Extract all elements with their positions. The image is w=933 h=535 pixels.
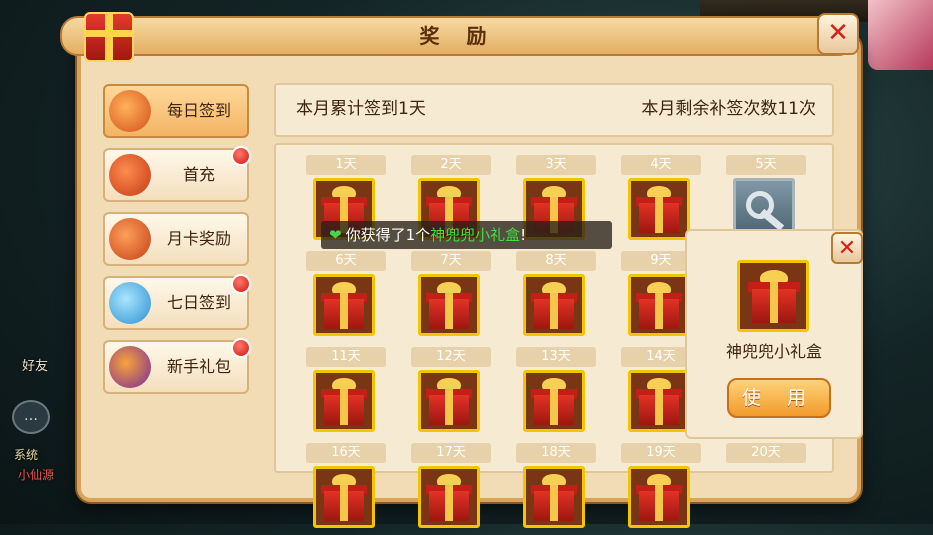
notification-dot [231, 338, 251, 358]
day-label: 18天 [516, 443, 596, 463]
gift-box-icon[interactable] [418, 274, 480, 336]
sidebar-item-4[interactable]: 新手礼包 [103, 338, 251, 394]
gift-box-icon[interactable] [523, 466, 585, 528]
sidebar-item-3[interactable]: 七日签到 [103, 274, 251, 330]
coin-bag-icon [109, 218, 151, 260]
sidebar-item-label: 首充 [182, 165, 215, 184]
chat-icon[interactable]: … [12, 400, 50, 434]
day-label: 3天 [516, 155, 596, 175]
popup-close-button[interactable]: ✕ [831, 232, 863, 264]
blue-bag-icon [109, 282, 151, 324]
day-cell[interactable]: 16天 [306, 443, 386, 535]
day-label: 13天 [516, 347, 596, 367]
close-button[interactable]: ✕ [817, 13, 859, 55]
day-label: 20天 [726, 443, 806, 463]
sidebar-item-0[interactable]: 每日签到 [103, 84, 249, 138]
sidebar-item-2[interactable]: 月卡奖励 [103, 212, 249, 266]
notification-dot [231, 146, 251, 166]
day-label: 1天 [306, 155, 386, 175]
lucky-bag-icon [109, 90, 151, 132]
gift-box-icon[interactable] [313, 274, 375, 336]
gift-box-icon[interactable] [523, 370, 585, 432]
day-label: 11天 [306, 347, 386, 367]
signin-info-bar: 本月累计签到1天 本月剩余补签次数11次 [274, 83, 834, 137]
toast-suffix: ! [520, 226, 527, 244]
day-label: 12天 [411, 347, 491, 367]
day-cell[interactable]: 8天 [516, 251, 596, 343]
day-label: 2天 [411, 155, 491, 175]
day-label: 7天 [411, 251, 491, 271]
day-label: 16天 [306, 443, 386, 463]
gift-box-icon[interactable] [523, 274, 585, 336]
use-button[interactable]: 使 用 [727, 378, 831, 418]
gift-box-icon[interactable] [418, 466, 480, 528]
day-label: 8天 [516, 251, 596, 271]
gift-box-icon[interactable] [628, 178, 690, 240]
sidebar-item-label: 每日签到 [166, 101, 231, 120]
makeup-remaining-count: 本月剩余补签次数11次 [641, 99, 816, 119]
player-avatar[interactable] [868, 0, 933, 70]
money-bag-icon [109, 154, 151, 196]
day-label: 17天 [411, 443, 491, 463]
day-cell[interactable]: 17天 [411, 443, 491, 535]
day-label: 4天 [621, 155, 701, 175]
sidebar-item-label: 新手礼包 [166, 357, 231, 376]
day-label: 5天 [726, 155, 806, 175]
day-cell[interactable]: 19天 [621, 443, 701, 535]
system-chat-text-2: 小仙源 [18, 468, 55, 482]
toast-item-name: 神兜兜小礼盒 [430, 226, 521, 244]
popup-item-name: 神兜兜小礼盒 [725, 342, 822, 361]
gift-box-icon[interactable] [628, 466, 690, 528]
day-cell[interactable]: 6天 [306, 251, 386, 343]
day-cell[interactable]: 20天 [726, 443, 806, 535]
gift-box-icon[interactable] [313, 466, 375, 528]
day-label: 19天 [621, 443, 701, 463]
sidebar-item-label: 月卡奖励 [166, 229, 231, 248]
day-cell[interactable]: 11天 [306, 347, 386, 439]
sidebar-item-label: 七日签到 [166, 293, 231, 312]
friends-label[interactable]: 好友 [22, 355, 48, 374]
heart-icon: ❤ [329, 226, 342, 244]
gift-box-icon[interactable] [418, 370, 480, 432]
gift-box-icon[interactable] [628, 274, 690, 336]
popup-gift-icon [737, 260, 809, 332]
notification-dot [231, 274, 251, 294]
gift-box-icon[interactable] [313, 370, 375, 432]
egg-icon [109, 346, 151, 388]
page-title: 奖 励 [419, 24, 497, 48]
gift-box-icon [84, 12, 134, 62]
title-bar: 奖 励 [60, 16, 856, 56]
day-cell[interactable]: 18天 [516, 443, 596, 535]
toast-prefix: 你获得了1个 [345, 226, 431, 244]
sidebar-item-1[interactable]: 首充 [103, 146, 251, 202]
monthly-signin-count: 本月累计签到1天 [296, 99, 426, 119]
reward-toast: ❤ 你获得了1个神兜兜小礼盒! [321, 221, 612, 249]
day-label: 6天 [306, 251, 386, 271]
gift-box-icon[interactable] [628, 370, 690, 432]
day-cell[interactable]: 12天 [411, 347, 491, 439]
day-cell[interactable]: 13天 [516, 347, 596, 439]
system-chat-text: 系统 [14, 448, 39, 462]
day-cell[interactable]: 7天 [411, 251, 491, 343]
